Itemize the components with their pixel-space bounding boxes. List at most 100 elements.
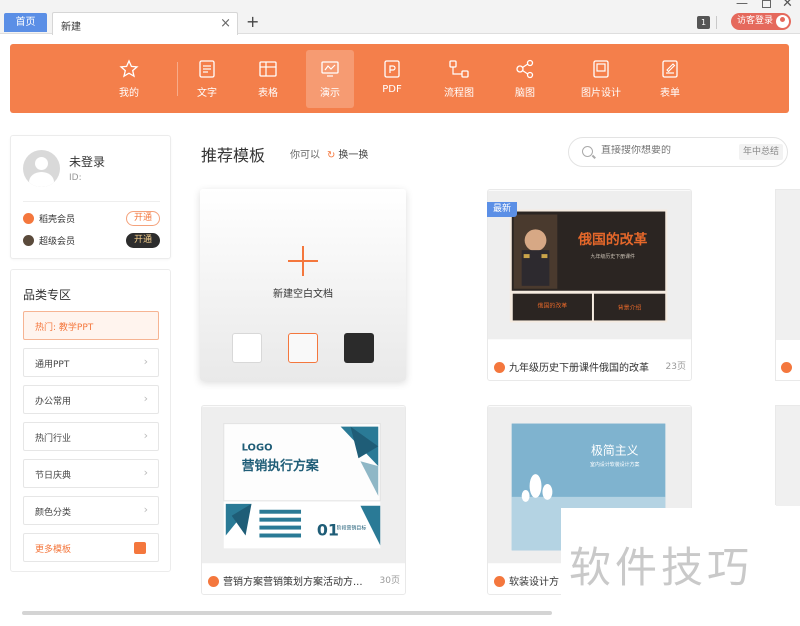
chevron-right-icon: ›	[143, 503, 148, 516]
open-docer-member-button[interactable]: 开通	[126, 211, 160, 226]
template-title: 软装设计方	[509, 577, 559, 588]
title-bar: 首页 新建 × + 1 访客登录 — ✕	[0, 0, 800, 35]
category-panel: 品类专区 热门: 教学PPT 通用PPT › 办公常用 › 热门行业 › 节日庆…	[10, 269, 171, 572]
template-caption: 九年级历史下册课件俄国的改革 23页	[494, 359, 686, 374]
thumb-section-number: 01	[317, 521, 339, 540]
user-panel: 未登录 ID: 稻壳会员 开通 超级会员 开通	[10, 135, 171, 259]
template-thumbnail-partial	[776, 406, 800, 506]
section-title: 推荐模板	[201, 146, 266, 165]
star-icon	[119, 59, 139, 78]
template-type-icon	[781, 362, 792, 373]
refresh-button[interactable]: ↻ 换一换	[327, 146, 368, 161]
template-pages: 30页	[379, 576, 400, 586]
template-card[interactable]: 俄国的改革 九年级历史下册课件 俄国的改革 背景介绍 九年级历史下册课件俄国的改…	[487, 189, 692, 381]
watermark-overlay: 软件技巧	[561, 508, 800, 626]
template-type-icon	[494, 362, 505, 373]
template-caption: 营销方案营销策划方案活动方... 30页	[208, 573, 400, 588]
tool-mindmap-label: 脑图	[515, 88, 535, 99]
plus-icon	[288, 246, 318, 276]
tool-spreadsheet[interactable]: 表格	[240, 50, 296, 108]
toolbar-divider	[177, 62, 178, 96]
tool-form-label: 表单	[660, 88, 680, 99]
tool-form[interactable]: 表单	[642, 50, 698, 108]
new-blank-document-card[interactable]: 新建空白文档	[200, 189, 406, 381]
category-label: 节日庆典	[35, 471, 72, 481]
category-label: 热门行业	[35, 434, 72, 444]
template-card[interactable]: LOGO 营销执行方案 01 阶段营销目标 营销方案营销策划方案活动方... 3…	[201, 405, 406, 595]
tool-image-design[interactable]: 图片设计	[570, 50, 632, 108]
tool-my[interactable]: 我的	[101, 50, 157, 108]
template-type-icon	[494, 576, 505, 587]
tab-home[interactable]: 首页	[4, 13, 47, 32]
open-super-member-button[interactable]: 开通	[126, 233, 160, 248]
horizontal-scrollbar[interactable]	[22, 611, 552, 615]
template-title: 营销方案营销策划方案活动方...	[223, 577, 363, 588]
add-tab-icon[interactable]: +	[246, 12, 259, 31]
tool-presentation[interactable]: 演示	[306, 50, 354, 108]
member-row-super: 超级会员 开通	[23, 233, 160, 249]
template-thumbnail-partial	[776, 190, 800, 340]
category-item-more[interactable]: 更多模板	[23, 533, 159, 562]
image-design-icon	[593, 60, 609, 78]
super-member-icon	[23, 235, 34, 246]
thumb-heading: 俄国的改革	[577, 231, 647, 248]
template-thumbnail: 俄国的改革 九年级历史下册课件 俄国的改革 背景介绍	[488, 190, 691, 340]
tool-presentation-label: 演示	[320, 88, 340, 99]
pdf-icon	[384, 60, 400, 78]
user-avatar[interactable]	[23, 150, 60, 187]
minimize-icon[interactable]: —	[736, 0, 748, 10]
template-card-partial[interactable]	[775, 189, 800, 381]
blank-gray-theme[interactable]	[288, 333, 318, 363]
thumb-subheading: 九年级历史下册课件	[591, 253, 635, 260]
category-label: 通用PPT	[35, 360, 70, 370]
search-input[interactable]	[601, 145, 731, 156]
blank-dark-theme[interactable]	[344, 333, 374, 363]
tool-writer[interactable]: 文字	[179, 50, 235, 108]
tool-flowchart-label: 流程图	[444, 88, 474, 99]
search-suggestion-tag[interactable]: 年中总结	[738, 144, 783, 160]
docer-member-icon	[23, 213, 34, 224]
category-item-industry[interactable]: 热门行业 ›	[23, 422, 159, 451]
category-item-office[interactable]: 办公常用 ›	[23, 385, 159, 414]
blank-white-theme[interactable]	[232, 333, 262, 363]
presentation-icon	[321, 61, 339, 77]
category-item-general[interactable]: 通用PPT ›	[23, 348, 159, 377]
category-label: 更多模板	[35, 545, 72, 555]
visitor-login-label: 访客登录	[737, 16, 774, 26]
tool-writer-label: 文字	[197, 88, 217, 99]
user-avatar-icon	[776, 15, 789, 28]
thumb-section-label: 阶段营销目标	[337, 525, 367, 532]
category-item-color[interactable]: 颜色分类 ›	[23, 496, 159, 525]
maximize-icon[interactable]	[762, 0, 771, 8]
section-hint: 你可以	[290, 150, 320, 161]
search-icon	[582, 146, 593, 157]
tool-pdf[interactable]: PDF	[364, 50, 420, 108]
app-toolbar: 我的 文字 表格 演示 PDF 流程图 脑图 图片设计 表单	[10, 44, 789, 113]
watermark-text: 软件技巧	[569, 543, 754, 592]
tool-flowchart[interactable]: 流程图	[431, 50, 487, 108]
tab-close-icon[interactable]: ×	[220, 16, 231, 31]
close-window-icon[interactable]: ✕	[782, 0, 793, 11]
tool-mindmap[interactable]: 脑图	[497, 50, 553, 108]
template-search[interactable]: 年中总结	[568, 137, 788, 167]
template-card-partial[interactable]	[775, 405, 800, 506]
titlebar-divider	[716, 16, 717, 29]
tab-new[interactable]: 新建 ×	[52, 12, 238, 35]
chevron-right-icon: ›	[143, 466, 148, 479]
tool-my-label: 我的	[119, 88, 139, 99]
user-name[interactable]: 未登录	[69, 153, 105, 170]
form-icon	[662, 60, 678, 78]
thumb-heading: 营销执行方案	[242, 458, 320, 474]
thumb-box-title: 背景介绍	[618, 304, 642, 312]
template-title: 九年级历史下册课件俄国的改革	[509, 363, 649, 374]
tool-image-design-label: 图片设计	[581, 88, 621, 99]
notification-badge[interactable]: 1	[697, 16, 710, 29]
template-thumbnail: LOGO 营销执行方案 01 阶段营销目标	[202, 406, 405, 564]
category-item-hot[interactable]: 热门: 教学PPT	[23, 311, 159, 340]
category-label: 热门: 教学PPT	[35, 323, 94, 333]
visitor-login-button[interactable]: 访客登录	[731, 13, 791, 30]
flowchart-icon	[449, 60, 469, 78]
category-item-festival[interactable]: 节日庆典 ›	[23, 459, 159, 488]
category-title: 品类专区	[23, 288, 72, 302]
user-divider	[23, 201, 160, 202]
